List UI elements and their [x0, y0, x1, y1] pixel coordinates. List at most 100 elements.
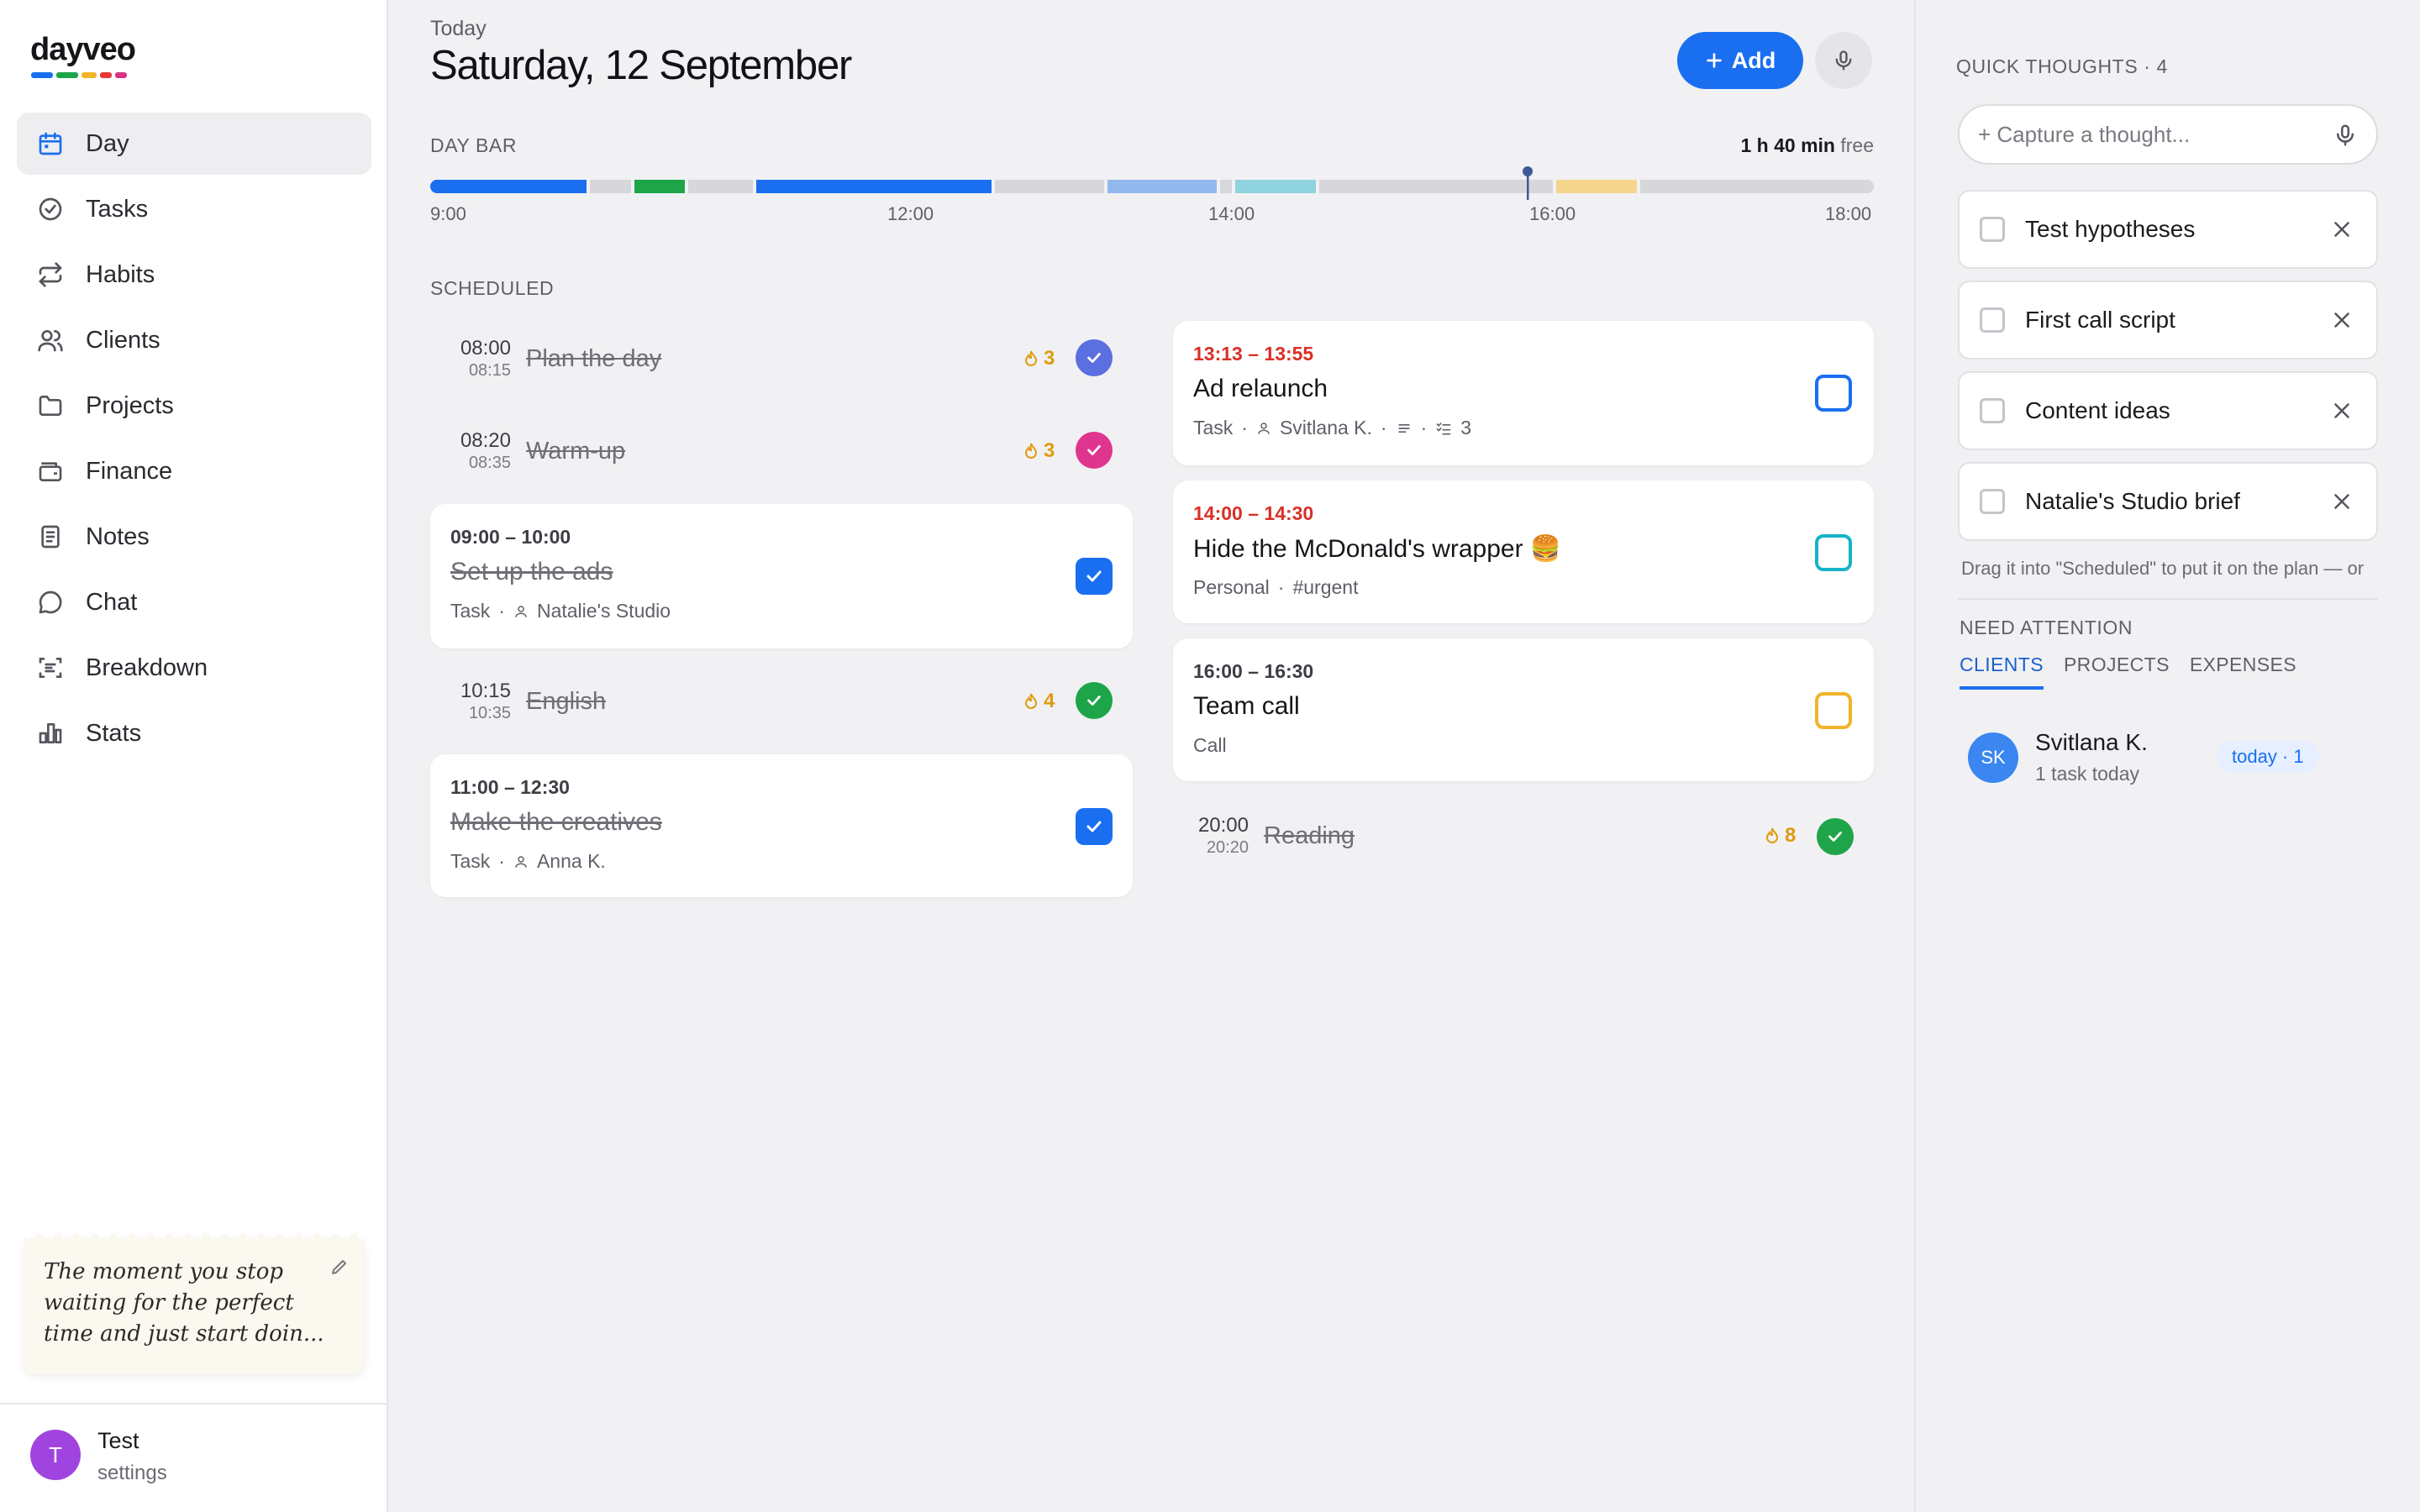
task-card[interactable]: 09:00 – 10:00 Set up the ads Task · Nata…	[430, 504, 1133, 648]
sidebar-item-notes[interactable]: Notes	[17, 506, 371, 568]
task-meta: Task · Natalie's Studio	[450, 600, 671, 622]
habit-times: 08:00 08:15	[430, 337, 511, 381]
thought-text: Test hypotheses	[2025, 216, 2196, 242]
habit-done-toggle[interactable]	[1076, 682, 1113, 719]
tab-projects[interactable]: PROJECTS	[2064, 654, 2170, 690]
sidebar-item-breakdown[interactable]: Breakdown	[17, 637, 371, 699]
thought-checkbox[interactable]	[1980, 217, 2005, 242]
task-meta: Personal · #urgent	[1193, 576, 1359, 599]
users-icon	[35, 325, 66, 355]
task-time: 14:00 – 14:30	[1193, 502, 1314, 524]
add-button[interactable]: Add	[1677, 32, 1803, 89]
thought-text: First call script	[2025, 307, 2175, 333]
tab-clients[interactable]: CLIENTS	[1960, 654, 2044, 690]
habit-start: 20:00	[1197, 814, 1249, 837]
sidebar-item-day[interactable]: Day	[17, 113, 371, 175]
tab-expenses[interactable]: EXPENSES	[2190, 654, 2296, 690]
task-checkbox[interactable]	[1815, 692, 1852, 729]
habit-done-toggle[interactable]	[1076, 432, 1113, 469]
close-icon[interactable]	[2329, 307, 2354, 333]
client-row[interactable]: SK Svitlana K. 1 task today today · 1	[1968, 729, 2371, 796]
sidebar-item-projects[interactable]: Projects	[17, 375, 371, 437]
task-title: Set up the ads	[450, 558, 613, 585]
flame-icon	[1023, 349, 1039, 368]
daybar-gap	[685, 180, 688, 193]
habit-row[interactable]: 20:00 20:20 Reading 8	[1173, 798, 1874, 874]
task-card[interactable]: 11:00 – 12:30 Make the creatives Task · …	[430, 754, 1133, 897]
flame-icon	[1765, 827, 1780, 845]
quote-card-edge	[24, 1233, 365, 1243]
avatar[interactable]: T	[30, 1430, 81, 1480]
streak-count: 3	[1023, 347, 1055, 370]
sidebar-item-tasks[interactable]: Tasks	[17, 178, 371, 240]
daybar-gap	[1637, 180, 1640, 193]
bar-chart-icon	[35, 718, 66, 748]
sidebar-item-chat[interactable]: Chat	[17, 571, 371, 633]
task-type: Task	[450, 600, 491, 622]
person-icon	[513, 603, 529, 620]
plus-icon	[1705, 51, 1723, 70]
task-card[interactable]: 13:13 – 13:55 Ad relaunch Task · Svitlan…	[1173, 321, 1874, 465]
repeat-icon	[35, 260, 66, 290]
thought-text: Content ideas	[2025, 397, 2170, 423]
settings-link[interactable]: settings	[97, 1462, 167, 1485]
sidebar-item-clients[interactable]: Clients	[17, 309, 371, 371]
habit-done-toggle[interactable]	[1076, 339, 1113, 376]
avatar: SK	[1968, 732, 2018, 783]
thought-checkbox[interactable]	[1980, 398, 2005, 423]
pencil-icon[interactable]	[329, 1257, 350, 1277]
habit-title: Warm-up	[526, 437, 626, 465]
daybar-segment[interactable]	[1556, 180, 1637, 193]
sidebar-item-finance[interactable]: Finance	[17, 440, 371, 502]
microphone-icon[interactable]	[2333, 121, 2358, 150]
voice-button[interactable]	[1815, 32, 1872, 89]
task-client[interactable]: Anna K.	[537, 850, 606, 873]
habit-done-toggle[interactable]	[1817, 818, 1854, 855]
sidebar-item-label: Chat	[86, 588, 138, 616]
close-icon[interactable]	[2329, 217, 2354, 242]
quote-card[interactable]: The moment you stop waiting for the perf…	[24, 1233, 365, 1374]
logo-color-bars	[31, 72, 127, 78]
task-checkbox[interactable]	[1815, 534, 1852, 571]
daybar-segment[interactable]	[1235, 180, 1316, 193]
task-card[interactable]: 14:00 – 14:30 Hide the McDonald's wrappe…	[1173, 480, 1874, 623]
app-logo[interactable]: dayveo	[30, 32, 136, 68]
thought-item[interactable]: Natalie's Studio brief	[1958, 462, 2378, 541]
habit-row[interactable]: 08:00 08:15 Plan the day 3	[430, 321, 1133, 396]
close-icon[interactable]	[2329, 489, 2354, 514]
daybar-segment[interactable]	[634, 180, 685, 193]
daybar-tick: 9:00	[430, 203, 466, 224]
daybar-segment[interactable]	[430, 180, 587, 193]
streak-value: 4	[1044, 690, 1055, 712]
task-tag[interactable]: #urgent	[1292, 576, 1358, 599]
close-icon[interactable]	[2329, 398, 2354, 423]
task-checkbox[interactable]	[1076, 808, 1113, 845]
sidebar-item-habits[interactable]: Habits	[17, 244, 371, 306]
task-type: Task	[1193, 417, 1234, 438]
habit-row[interactable]: 08:20 08:35 Warm-up 3	[430, 413, 1133, 489]
habit-row[interactable]: 10:15 10:35 English 4	[430, 664, 1133, 739]
task-title: Hide the McDonald's wrapper 🍔	[1193, 535, 1562, 563]
add-button-label: Add	[1731, 47, 1776, 73]
thought-item[interactable]: First call script	[1958, 281, 2378, 360]
daybar-segment[interactable]	[756, 180, 992, 193]
sidebar-item-stats[interactable]: Stats	[17, 702, 371, 764]
thought-checkbox[interactable]	[1980, 307, 2005, 333]
habit-end: 08:35	[468, 454, 511, 472]
day-bar[interactable]	[430, 180, 1874, 193]
task-checkbox[interactable]	[1076, 558, 1113, 595]
free-time-label: 1 h 40 min free	[1740, 134, 1874, 157]
capture-thought-input[interactable]: + Capture a thought...	[1958, 104, 2378, 165]
thought-checkbox[interactable]	[1980, 489, 2005, 514]
task-card[interactable]: 16:00 – 16:30 Team call Call	[1173, 638, 1874, 781]
daybar-segment[interactable]	[1107, 180, 1217, 193]
thought-item[interactable]: Content ideas	[1958, 371, 2378, 450]
task-client[interactable]: Svitlana K.	[1280, 417, 1372, 439]
daybar-gap	[587, 180, 590, 193]
person-icon	[1256, 420, 1271, 437]
daybar-label: DAY BAR	[430, 134, 518, 156]
task-client[interactable]: Natalie's Studio	[537, 600, 671, 622]
task-checkbox[interactable]	[1815, 375, 1852, 412]
sidebar-item-label: Tasks	[86, 195, 149, 223]
thought-item[interactable]: Test hypotheses	[1958, 190, 2378, 269]
